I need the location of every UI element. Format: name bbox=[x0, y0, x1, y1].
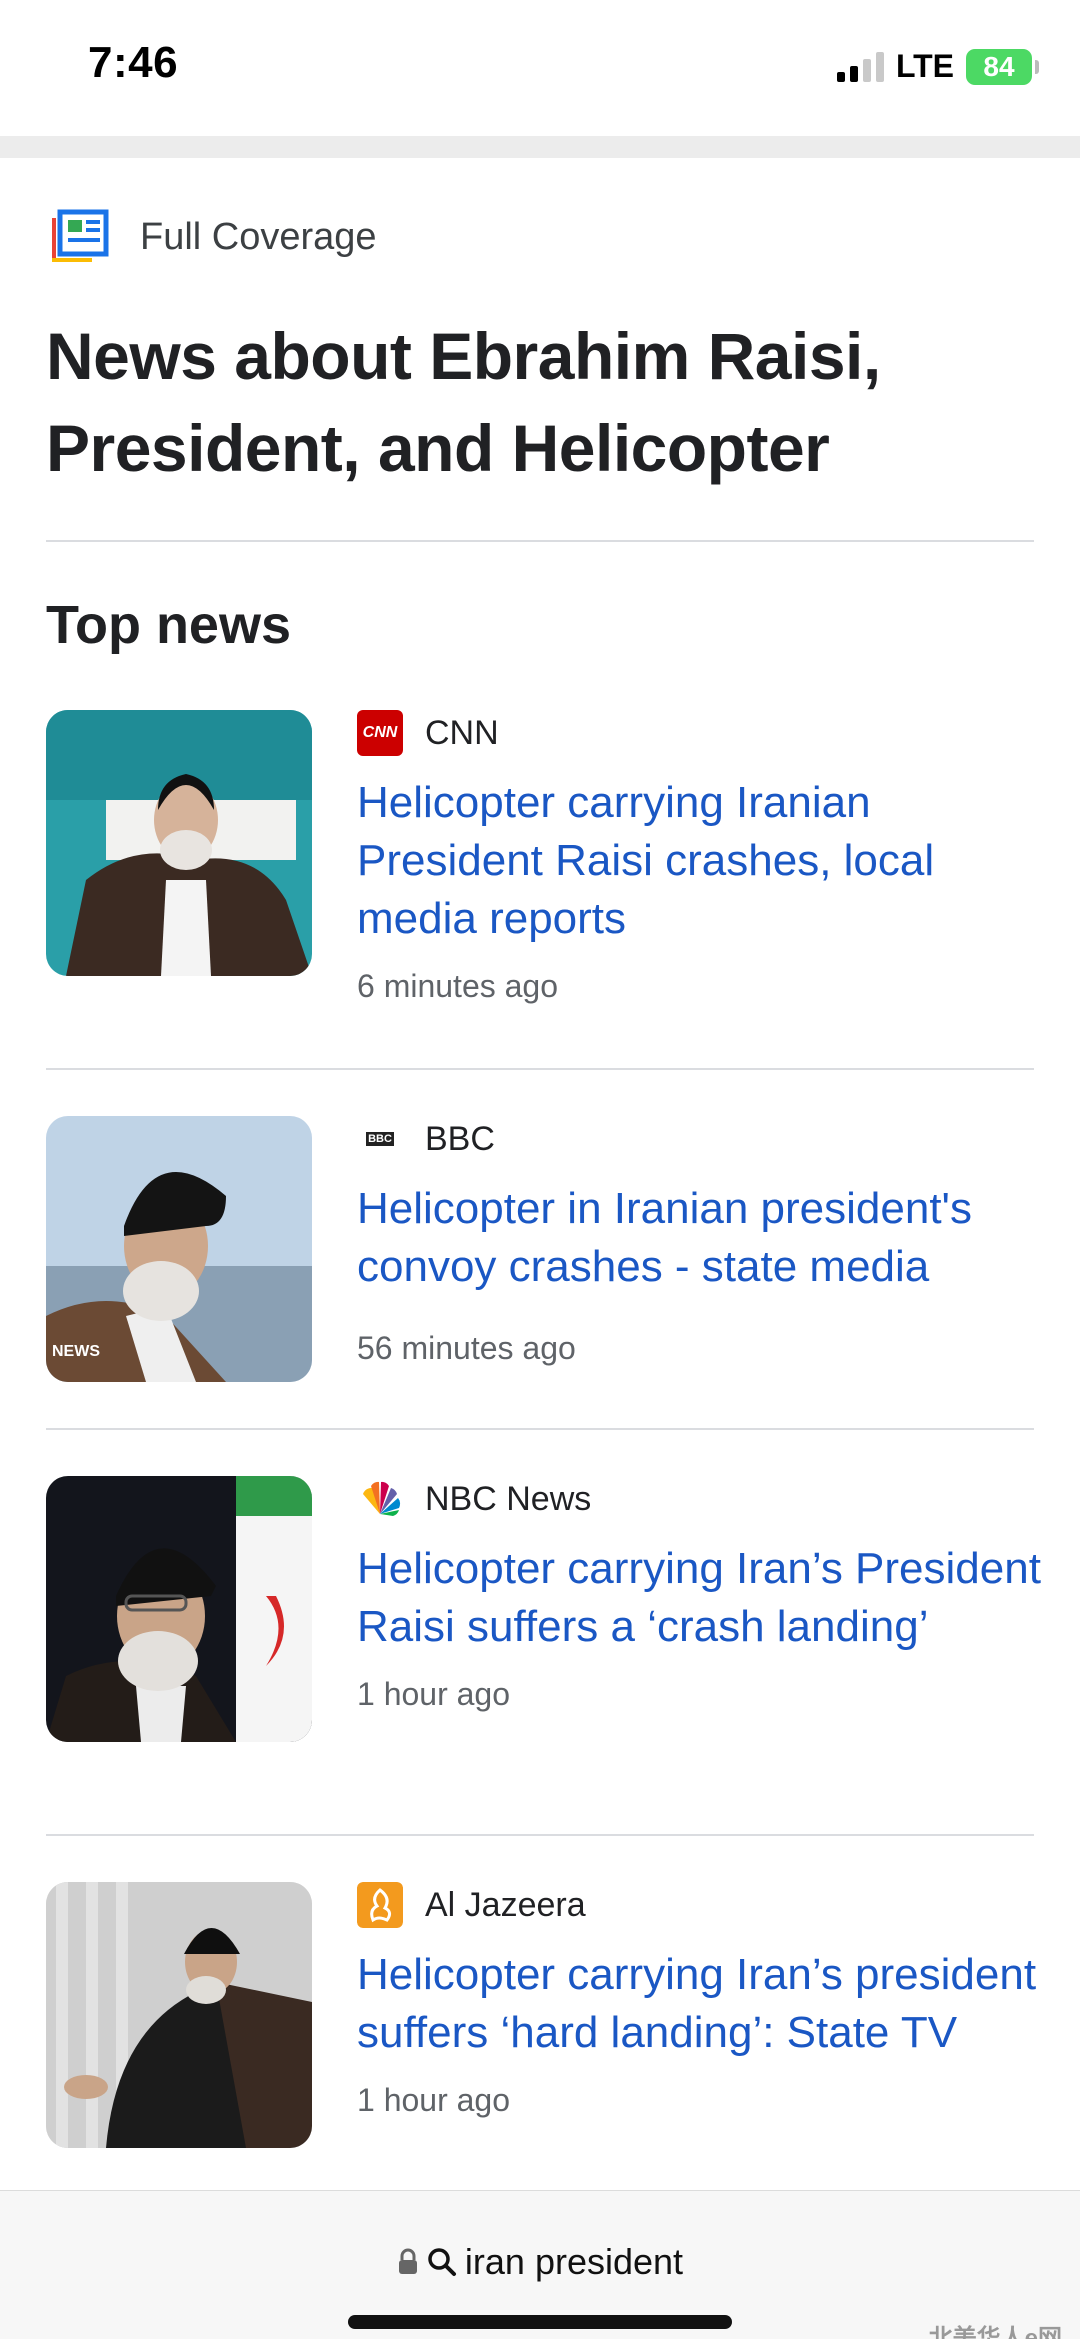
browser-address-bar[interactable]: iran president bbox=[0, 2190, 1080, 2339]
status-time: 7:46 bbox=[88, 38, 179, 87]
url-display[interactable]: iran president bbox=[0, 2241, 1080, 2283]
divider bbox=[46, 540, 1034, 542]
home-indicator[interactable] bbox=[348, 2315, 732, 2329]
url-text[interactable]: iran president bbox=[465, 2241, 683, 2283]
full-coverage-header: Full Coverage bbox=[48, 208, 377, 266]
source-name: Al Jazeera bbox=[425, 1885, 586, 1924]
divider bbox=[46, 1834, 1034, 1836]
article-headline[interactable]: Helicopter carrying Iranian President Ra… bbox=[357, 774, 1057, 948]
source-row: CNN CNN bbox=[357, 710, 1057, 756]
status-bar: 7:46 LTE 84 bbox=[0, 0, 1080, 136]
source-name: CNN bbox=[425, 713, 499, 752]
source-row: BBC BBC bbox=[357, 1116, 1057, 1162]
al-jazeera-logo-icon bbox=[357, 1882, 403, 1928]
article-body: CNN CNN Helicopter carrying Iranian Pres… bbox=[357, 710, 1057, 1005]
network-type: LTE bbox=[895, 48, 954, 84]
article-time: 56 minutes ago bbox=[357, 1330, 576, 1366]
full-coverage-label: Full Coverage bbox=[140, 215, 377, 258]
nbc-peacock-logo-icon bbox=[363, 1481, 401, 1516]
top-separator-band bbox=[0, 136, 1080, 158]
article-headline[interactable]: Helicopter carrying Iran’s President Rai… bbox=[357, 1540, 1057, 1656]
source-row: Al Jazeera bbox=[357, 1882, 1057, 1928]
battery-level: 84 bbox=[983, 50, 1015, 82]
watermark: 北美华人e网 bbox=[928, 2325, 1062, 2339]
article-thumbnail[interactable] bbox=[46, 1882, 312, 2148]
cellular-signal-icon bbox=[836, 51, 884, 82]
page-title: News about Ebrahim Raisi, President, and… bbox=[46, 319, 881, 485]
search-icon bbox=[428, 2248, 456, 2276]
source-name: NBC News bbox=[425, 1479, 592, 1518]
article-thumbnail[interactable]: NEWS bbox=[46, 1116, 312, 1382]
full-coverage-icon bbox=[52, 209, 109, 262]
article-thumbnail[interactable] bbox=[46, 710, 312, 976]
lock-icon bbox=[398, 2248, 417, 2274]
source-name: BBC bbox=[425, 1119, 495, 1158]
thumbnail-news-badge: NEWS bbox=[52, 1343, 100, 1360]
article-time: 1 hour ago bbox=[357, 2082, 511, 2118]
article-thumbnail[interactable] bbox=[46, 1476, 312, 1742]
article-time: 1 hour ago bbox=[357, 1676, 511, 1712]
cnn-logo-icon: CNN bbox=[357, 710, 403, 756]
article-headline[interactable]: Helicopter carrying Iran’s president suf… bbox=[357, 1946, 1057, 2062]
divider bbox=[46, 1068, 1034, 1070]
article-body: NBC News Helicopter carrying Iran’s Pres… bbox=[357, 1476, 1057, 1713]
article-time: 6 minutes ago bbox=[357, 968, 559, 1004]
divider bbox=[46, 1428, 1034, 1430]
status-indicators: LTE 84 bbox=[836, 48, 1039, 85]
article-headline[interactable]: Helicopter in Iranian president's convoy… bbox=[357, 1180, 1057, 1296]
bbc-logo-icon: BBC bbox=[366, 1132, 394, 1146]
source-row: NBC News bbox=[357, 1476, 1057, 1522]
article-body: BBC BBC Helicopter in Iranian president'… bbox=[357, 1116, 1057, 1367]
article-body: Al Jazeera Helicopter carrying Iran’s pr… bbox=[357, 1882, 1057, 2119]
battery-icon: 84 bbox=[966, 48, 1039, 85]
section-title-top-news: Top news bbox=[46, 595, 292, 655]
